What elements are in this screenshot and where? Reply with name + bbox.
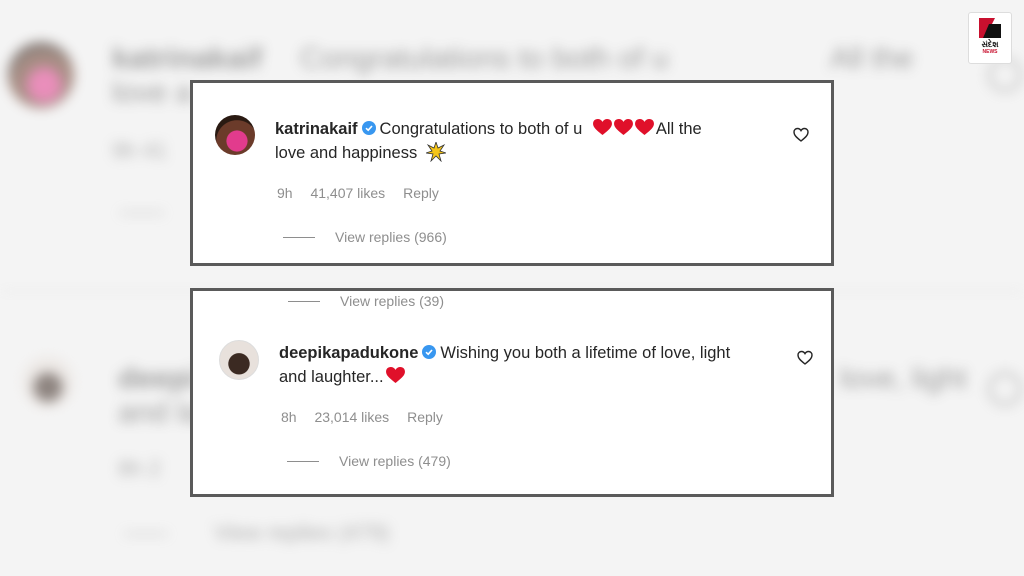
comment-time: 8h — [281, 409, 297, 425]
heart-outline-icon[interactable] — [797, 350, 813, 366]
prev-view-replies-button[interactable]: View replies (39) — [288, 293, 444, 309]
bg-comment-r: love, light — [840, 362, 967, 395]
bg-comment-end: All the — [830, 42, 914, 75]
comment-body-line2: love and happiness — [275, 144, 418, 162]
view-replies-button[interactable]: View replies (479) — [287, 453, 451, 469]
red-heart-icon — [592, 119, 612, 136]
view-replies-label: View replies (479) — [339, 453, 451, 469]
comment-likes[interactable]: 23,014 likes — [314, 409, 389, 425]
bg-comment-line2: love a — [112, 76, 193, 109]
bg-avatar-katrina — [8, 42, 74, 108]
prev-view-replies-label: View replies (39) — [340, 293, 445, 309]
comment-card-katrina: katrinakaif Congratulations to both of u … — [190, 80, 834, 266]
verified-badge-icon — [422, 345, 437, 359]
bg-avatar-deepika — [22, 356, 74, 408]
comment-text: katrinakaif Congratulations to both of u … — [275, 117, 795, 165]
logo-text: સંદેશ — [981, 40, 999, 49]
replies-dash — [287, 460, 319, 462]
reply-button[interactable]: Reply — [403, 185, 439, 201]
replies-dash — [288, 300, 320, 302]
comment-body: Congratulations to both of u — [379, 120, 583, 138]
logo-subtext: NEWS — [982, 49, 998, 55]
bg-dash — [120, 212, 164, 214]
red-heart-icon — [613, 119, 633, 136]
verified-badge-icon — [361, 121, 376, 135]
view-replies-button[interactable]: View replies (966) — [283, 229, 447, 245]
sandesh-logo: સંદેશ NEWS — [968, 12, 1012, 64]
comment-body-line2: and laughter... — [279, 368, 384, 386]
avatar-katrinakaif[interactable] — [215, 115, 255, 155]
comment-card-deepika: View replies (39) deepikapadukone Wishing… — [190, 288, 834, 497]
red-heart-icon — [385, 367, 405, 384]
bg-dash-2 — [124, 533, 168, 535]
comment-body-end: All the — [655, 120, 702, 138]
comment-text: deepikapadukone Wishing you both a lifeti… — [279, 341, 799, 389]
avatar-deepikapadukone[interactable] — [219, 340, 259, 380]
comment-body: Wishing you both a lifetime of love, lig… — [440, 344, 731, 362]
sparkle-emoji-icon — [425, 140, 446, 163]
bg-username: katrinakaif — [112, 42, 263, 75]
reply-button[interactable]: Reply — [407, 409, 443, 425]
username-katrinakaif[interactable]: katrinakaif — [275, 120, 358, 138]
bg-comment: Congratulations to both of u — [300, 42, 669, 75]
bg-heart-outline-2 — [988, 372, 1022, 406]
view-replies-label: View replies (966) — [335, 229, 447, 245]
username-deepikapadukone[interactable]: deepikapadukone — [279, 344, 418, 362]
bg-comment-line3: and la — [118, 396, 200, 429]
red-heart-icon — [634, 119, 654, 136]
bg-username-2: deepi — [118, 362, 197, 395]
bg-meta: 9h 41 — [112, 138, 168, 163]
sandesh-logo-icon — [979, 18, 1001, 38]
bg-view-replies: View replies (479) — [214, 520, 390, 545]
comment-meta: 8h 23,014 likes Reply — [281, 409, 457, 425]
comment-likes[interactable]: 41,407 likes — [310, 185, 385, 201]
comment-time: 9h — [277, 185, 293, 201]
comment-meta: 9h 41,407 likes Reply — [277, 185, 453, 201]
bg-meta-2: 8h 2 — [118, 456, 161, 481]
heart-outline-icon[interactable] — [793, 127, 809, 143]
replies-dash — [283, 236, 315, 238]
